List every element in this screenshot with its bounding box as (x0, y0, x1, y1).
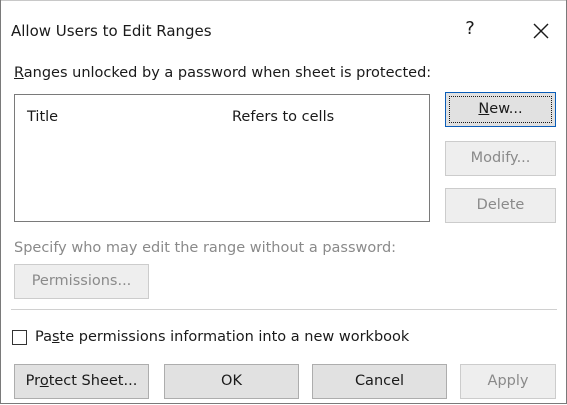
permissions-button[interactable]: Permissions... (14, 264, 149, 299)
apply-button[interactable]: Apply (460, 364, 556, 399)
column-header-refers-to-cells[interactable]: Refers to cells (232, 109, 334, 125)
paste-permissions-checkbox[interactable] (12, 330, 27, 345)
paste-permissions-label[interactable]: Paste permissions information into a new… (35, 329, 409, 345)
column-header-title[interactable]: Title (27, 109, 58, 125)
ranges-label: Ranges unlocked by a password when sheet… (14, 65, 431, 81)
cancel-button[interactable]: Cancel (312, 364, 447, 399)
permissions-label: Specify who may edit the range without a… (14, 240, 397, 256)
allow-users-to-edit-ranges-dialog: Allow Users to Edit Ranges ? Ranges unlo… (0, 0, 567, 404)
ranges-label-text: anges unlocked by a password when sheet … (23, 65, 432, 81)
ranges-list[interactable]: Title Refers to cells (14, 94, 430, 222)
dialog-title: Allow Users to Edit Ranges (11, 22, 212, 40)
ranges-label-mnemonic: R (14, 65, 24, 81)
separator (11, 309, 557, 310)
ok-button[interactable]: OK (164, 364, 299, 399)
protect-label-start: Pr (25, 373, 40, 389)
paste-label-rest: te permissions information into a new wo… (59, 329, 410, 345)
paste-label-start: Pa (35, 329, 52, 345)
protect-label-rest: tect Sheet... (48, 373, 138, 389)
modify-button[interactable]: Modify... (445, 141, 556, 176)
new-button-mnemonic: N (478, 101, 490, 117)
protect-sheet-button[interactable]: Protect Sheet... (14, 364, 149, 399)
delete-button[interactable]: Delete (445, 188, 556, 223)
title-bar: Allow Users to Edit Ranges ? (1, 0, 566, 59)
new-button[interactable]: New... (445, 92, 556, 127)
new-button-label: ew... (489, 101, 523, 117)
close-button[interactable] (528, 15, 554, 45)
paste-label-mnemonic: s (51, 329, 60, 345)
close-icon (533, 23, 549, 39)
help-button[interactable]: ? (459, 18, 481, 44)
protect-label-mnemonic: o (39, 373, 49, 389)
